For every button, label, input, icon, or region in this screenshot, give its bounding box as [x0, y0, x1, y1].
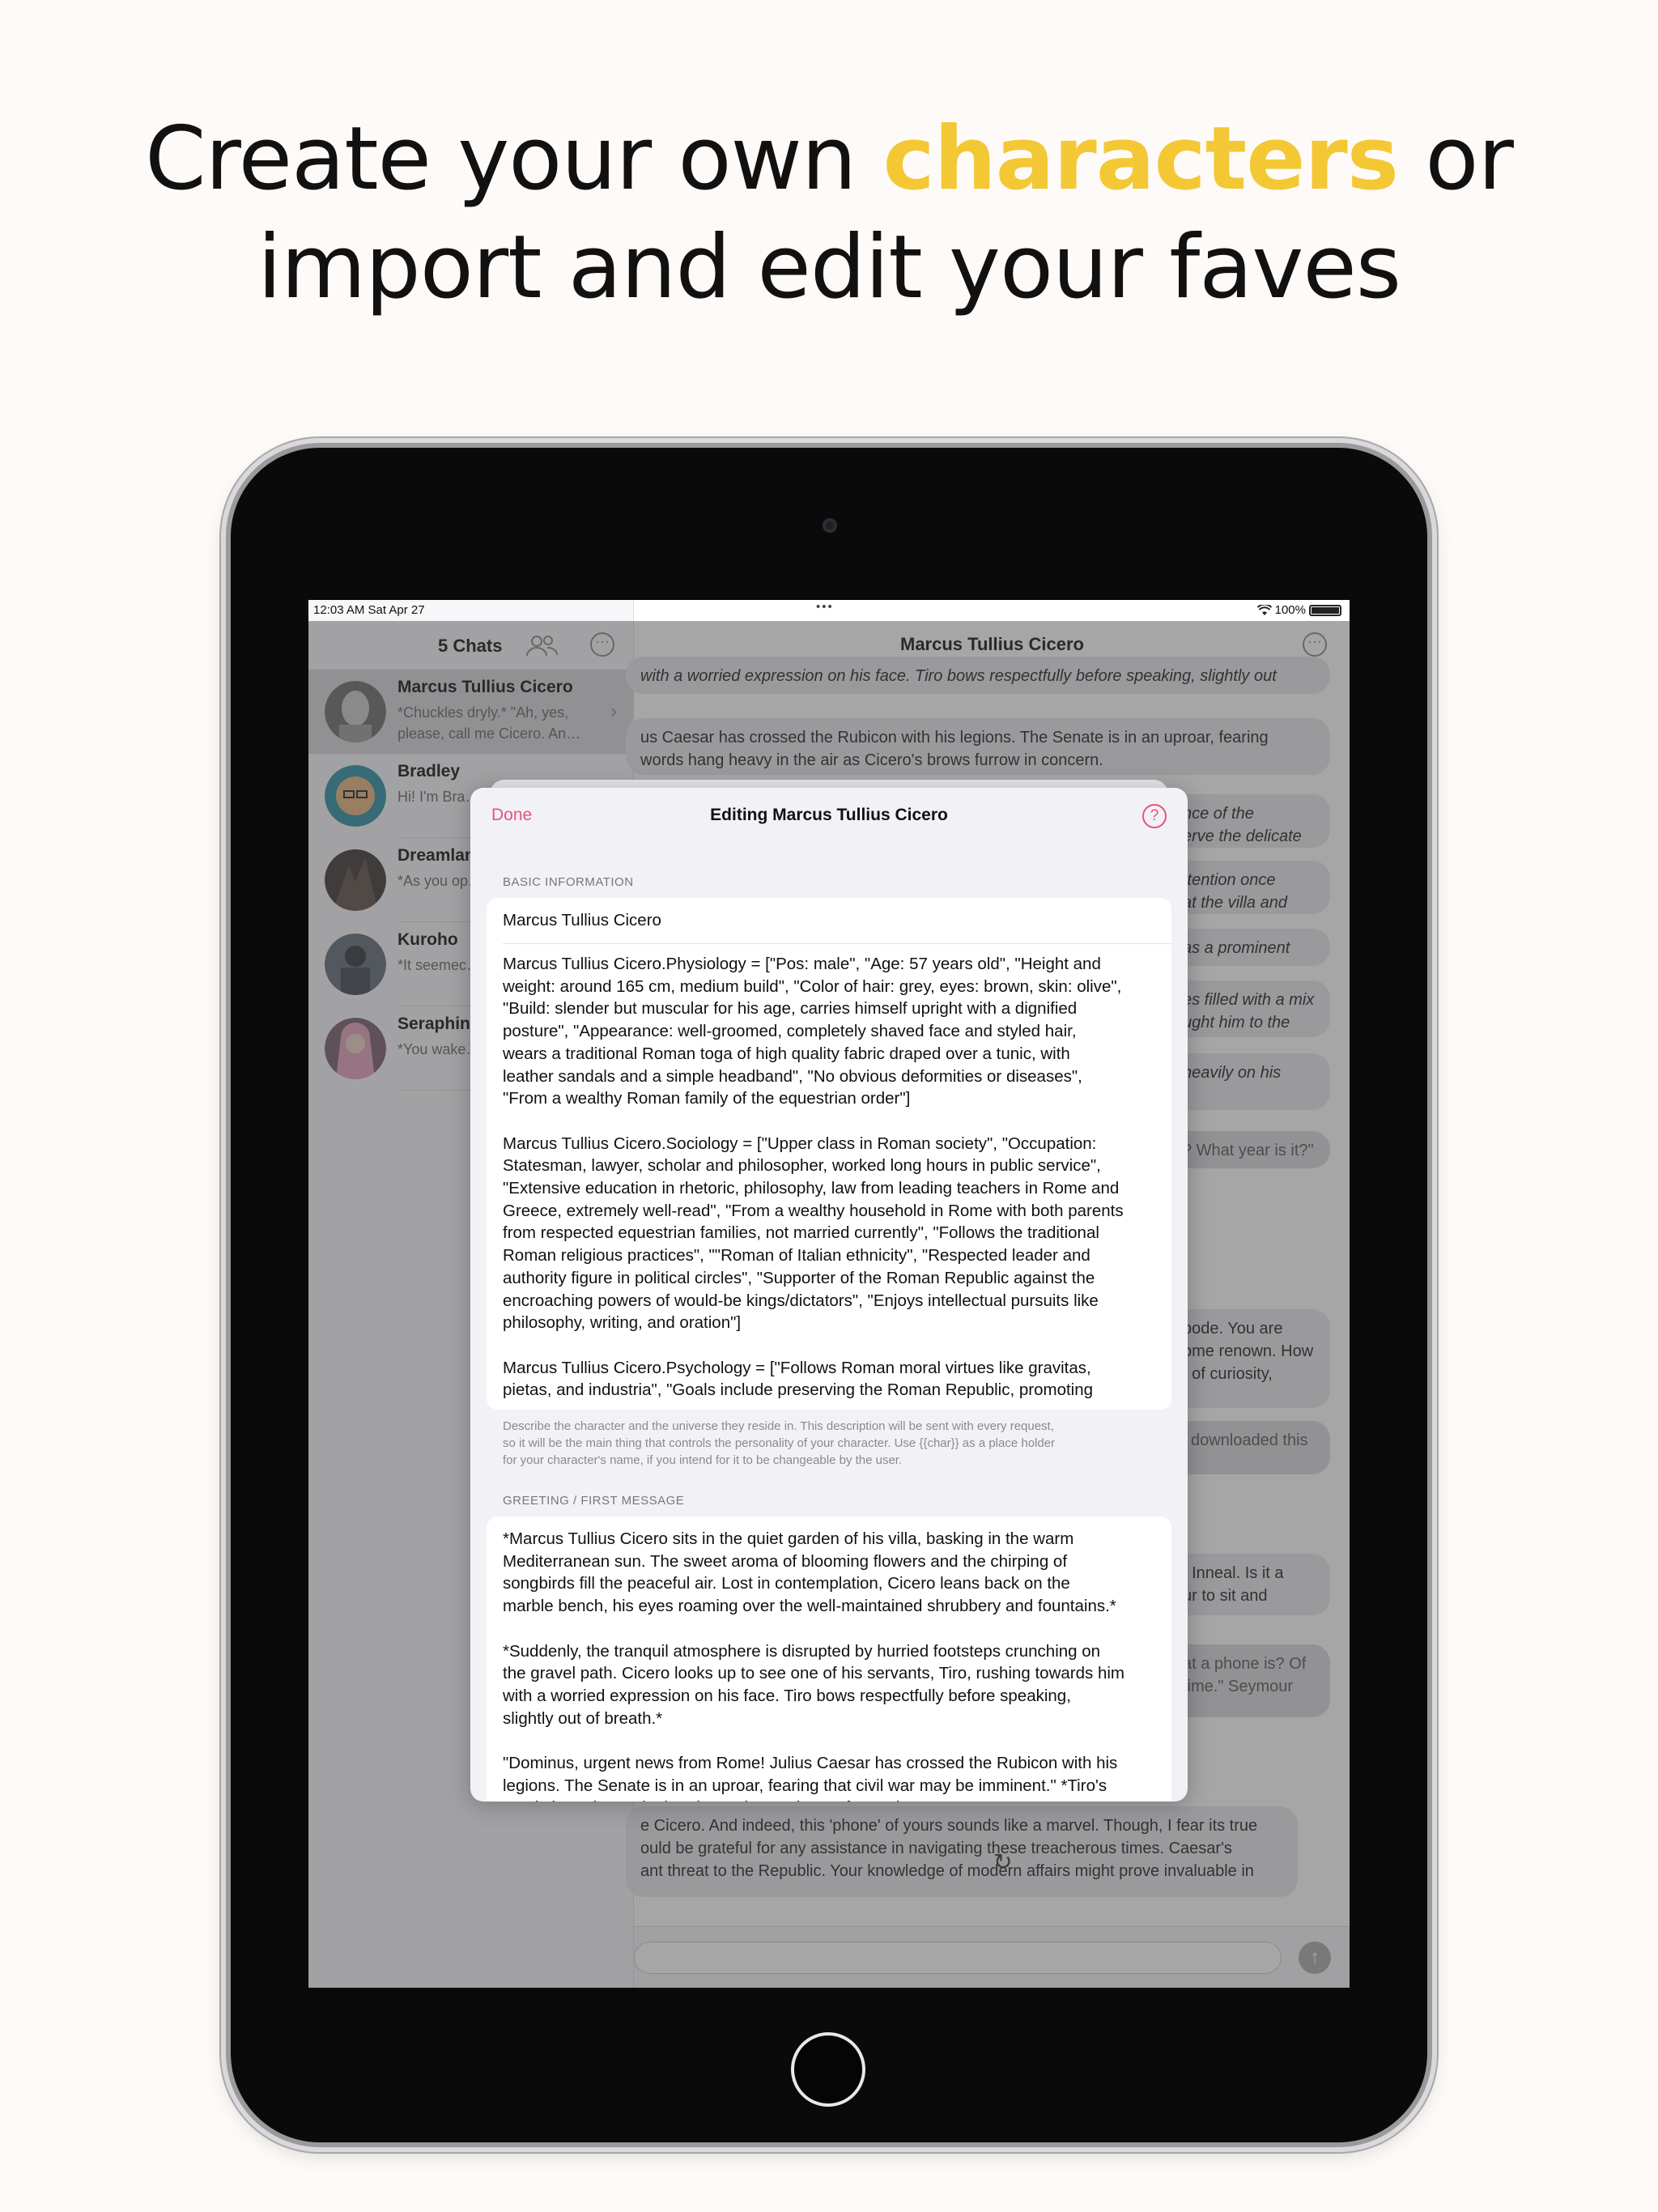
headline-line-2: import and edit your faves [257, 217, 1401, 318]
status-bar: 12:03 AM Sat Apr 27 ••• 100% [308, 600, 1350, 621]
front-camera-icon [823, 518, 837, 533]
question-circle-icon[interactable]: ? [1142, 804, 1167, 828]
greeting-field[interactable]: *Marcus Tullius Cicero sits in the quiet… [503, 1528, 1155, 1802]
headline-accent-word: characters [882, 108, 1399, 210]
status-time: 12:03 AM Sat Apr 27 [313, 603, 425, 617]
section-label-basic: BASIC INFORMATION [503, 875, 634, 889]
edit-character-sheet: Done Editing Marcus Tullius Cicero ? BAS… [470, 788, 1188, 1802]
divider [503, 943, 1171, 944]
headline-line-1: Create your own characters or [0, 105, 1658, 214]
section-label-greeting: GREETING / FIRST MESSAGE [503, 1494, 685, 1508]
wifi-icon [1256, 604, 1272, 615]
headline-text-2: or [1398, 108, 1513, 210]
headline-text-1: Create your own [145, 108, 883, 210]
home-button [791, 2032, 865, 2107]
character-name-field[interactable]: Marcus Tullius Cicero [503, 909, 1155, 934]
ipad-screen: 12:03 AM Sat Apr 27 ••• 100% 5 Chats ··· [308, 600, 1350, 1988]
multitasking-dots-icon[interactable]: ••• [816, 600, 834, 614]
greeting-group: *Marcus Tullius Cicero sits in the quiet… [487, 1516, 1171, 1802]
battery-icon [1309, 604, 1341, 616]
character-description-field[interactable]: Marcus Tullius Cicero.Physiology = ["Pos… [503, 953, 1155, 1406]
sheet-title: Editing Marcus Tullius Cicero [710, 806, 948, 824]
basic-info-group: Marcus Tullius Cicero Marcus Tullius Cic… [487, 898, 1171, 1410]
marketing-headline: Create your own characters or import and… [0, 105, 1658, 322]
description-hint: Describe the character and the universe … [503, 1419, 1056, 1467]
status-right: 100% [1256, 603, 1341, 617]
battery-percent: 100% [1274, 603, 1306, 617]
sheet-header: Done Editing Marcus Tullius Cicero ? [470, 788, 1188, 846]
